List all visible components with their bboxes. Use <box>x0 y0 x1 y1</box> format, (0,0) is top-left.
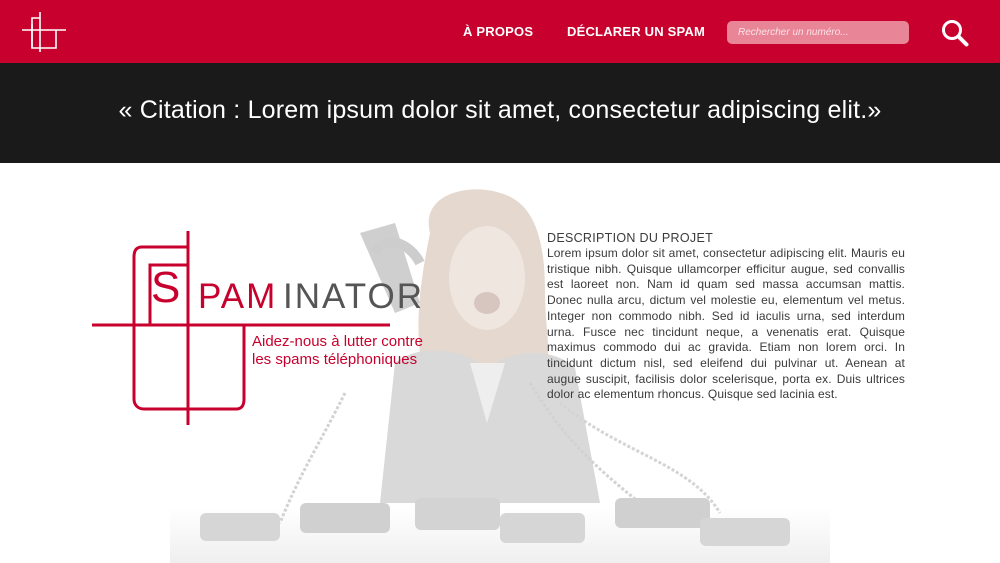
spaminator-logo <box>92 231 390 425</box>
search-icon[interactable] <box>940 18 970 48</box>
nav-link-a-propos[interactable]: À PROPOS <box>463 24 533 39</box>
hero-section: S PAM INATOR Aidez-nous à lutter contre … <box>0 163 1000 563</box>
brand-letter-s: S <box>151 263 182 312</box>
brand-tagline: Aidez-nous à lutter contre les spams tél… <box>252 333 423 369</box>
top-header: À PROPOS DÉCLARER UN SPAM <box>0 0 1000 63</box>
description-body: Lorem ipsum dolor sit amet, consectetur … <box>547 246 905 402</box>
tagline-line-2: les spams téléphoniques <box>252 351 418 368</box>
brand-text-inator: INATOR <box>283 277 424 316</box>
search-input[interactable] <box>727 21 909 44</box>
site-logo[interactable] <box>20 8 68 54</box>
brand-text-pam: PAM <box>198 277 278 316</box>
tagline-line-1: Aidez-nous à lutter contre <box>252 333 423 350</box>
project-description: DESCRIPTION DU PROJET Lorem ipsum dolor … <box>547 231 905 403</box>
description-title: DESCRIPTION DU PROJET <box>547 231 714 245</box>
quote-banner: « Citation : Lorem ipsum dolor sit amet,… <box>0 63 1000 163</box>
quote-text: « Citation : Lorem ipsum dolor sit amet,… <box>118 96 882 124</box>
nav-link-declarer-spam[interactable]: DÉCLARER UN SPAM <box>567 24 705 39</box>
